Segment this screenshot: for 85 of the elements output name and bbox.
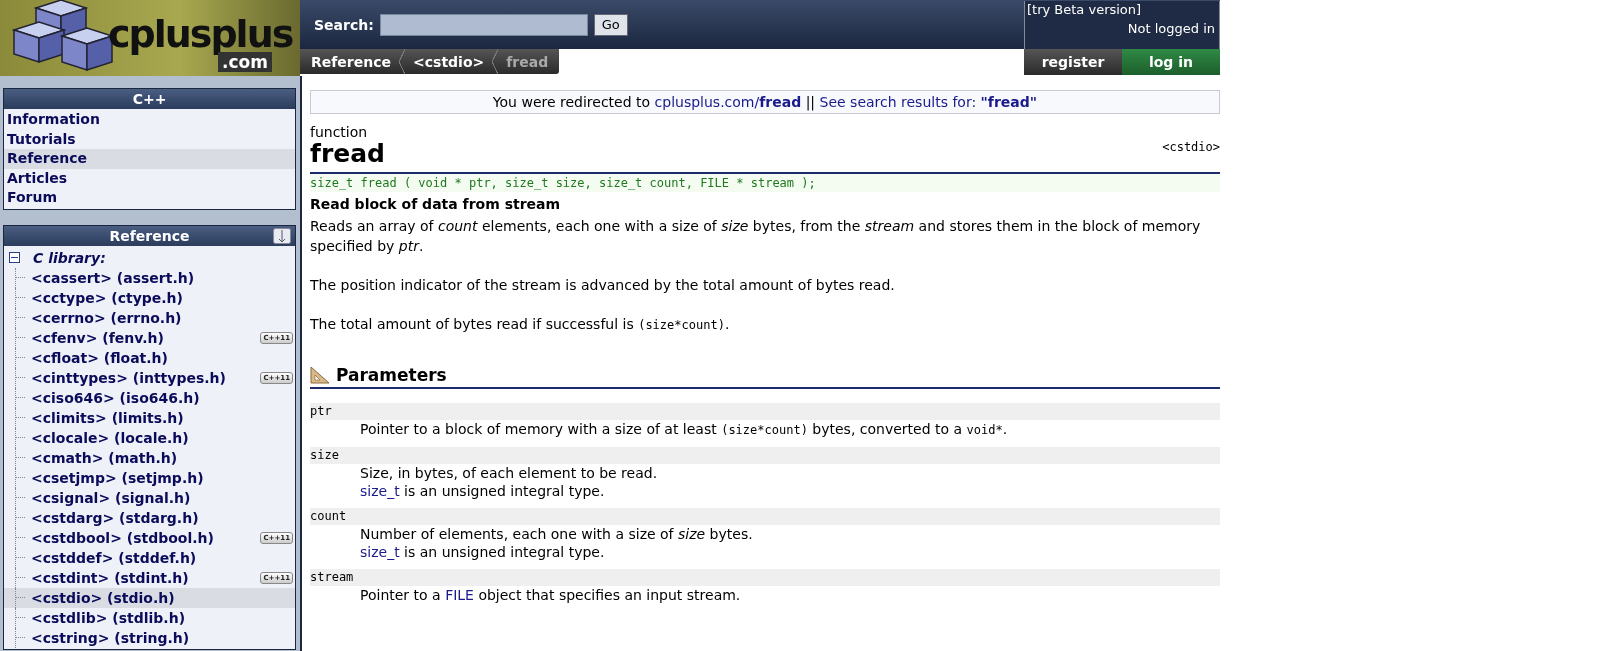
search-label: Search: xyxy=(314,16,374,33)
parameter-description: Pointer to a block of memory with a size of at least (size*count) bytes, converted to a void*. xyxy=(359,420,1009,439)
panel-title: C++ xyxy=(4,89,295,109)
tree-row[interactable]: <ciso646> (iso646.h) xyxy=(4,387,295,408)
description-paragraph: The total amount of bytes read if successful is (size*count). xyxy=(310,315,731,334)
menu-item[interactable]: Tutorials xyxy=(4,129,295,149)
tree-item[interactable]: <ciso646> (iso646.h) xyxy=(31,389,200,406)
search-field[interactable] xyxy=(379,13,588,36)
breadcrumb-link[interactable]: Reference xyxy=(308,53,395,70)
parameter-name: ptr xyxy=(310,403,1220,420)
breadcrumb-link[interactable]: <cstdio> xyxy=(410,53,488,70)
parameter-name: stream xyxy=(310,569,1220,586)
parameter-name: count xyxy=(310,508,1220,525)
type-link[interactable]: size_t xyxy=(360,483,400,499)
tree-row[interactable]: <cmath> (math.h) xyxy=(4,447,295,468)
tree-item[interactable]: <climits> (limits.h) xyxy=(31,409,184,426)
description-paragraph: The position indicator of the stream is advanced by the total amount of bytes read. xyxy=(310,276,896,295)
menu-item[interactable]: Forum xyxy=(4,188,295,208)
chevron-icon xyxy=(398,49,407,74)
login-button[interactable]: log in xyxy=(1122,49,1220,75)
tree-item[interactable]: <csetjmp> (setjmp.h) xyxy=(31,469,204,486)
function-summary: Read block of data from stream xyxy=(310,196,562,212)
chevron-icon xyxy=(491,49,500,74)
tree-item[interactable]: <cstdint> (stdint.h) xyxy=(31,569,189,586)
tree-row[interactable]: <cfloat> (float.h) xyxy=(4,347,295,368)
breadcrumb-link[interactable]: fread xyxy=(503,53,552,70)
tree-item[interactable]: <cassert> (assert.h) xyxy=(31,269,195,286)
go-button[interactable]: Go xyxy=(593,13,628,36)
notice-link[interactable]: cplusplus.com/fread xyxy=(654,94,802,110)
tree-item[interactable]: <cstddef> (stddef.h) xyxy=(31,549,197,566)
tree-item[interactable]: <cfenv> (fenv.h) xyxy=(31,329,164,346)
tree-item[interactable]: C library: xyxy=(33,249,106,266)
tree-item[interactable]: <cerrno> (errno.h) xyxy=(31,309,182,326)
tree-row[interactable]: <cstdio> (stdio.h) xyxy=(4,587,295,608)
function-title: fread xyxy=(310,140,385,168)
parameter-description: Size, in bytes, of each element to be read. xyxy=(359,464,659,482)
beta-link[interactable]: [try Beta version] xyxy=(1025,0,1219,18)
tree-row[interactable]: <cstddef> (stddef.h) xyxy=(4,547,295,568)
entity-kind: function xyxy=(310,124,369,140)
tree-row[interactable]: <cstring> (string.h) xyxy=(4,627,295,648)
parameter-description: Pointer to a FILE object that specifies an input stream. xyxy=(359,586,742,604)
tree-item[interactable]: <cctype> (ctype.h) xyxy=(31,289,183,306)
sort-icon[interactable] xyxy=(273,227,291,244)
logo-domain: .com xyxy=(218,52,272,72)
function-prototype: size_t fread ( void * ptr, size_t size, size_t count, FILE * stream ); xyxy=(310,174,1220,192)
parameter-name: size xyxy=(310,447,1220,464)
tree-row[interactable]: <cstdlib> (stdlib.h) xyxy=(4,607,295,628)
menu-item[interactable]: Information xyxy=(4,110,295,130)
section-title: Parameters xyxy=(336,365,447,385)
tree-item[interactable]: <cstdlib> (stdlib.h) xyxy=(31,609,186,626)
register-button[interactable]: register xyxy=(1024,49,1122,75)
tree-item[interactable]: <csignal> (signal.h) xyxy=(31,489,191,506)
collapse-toggle[interactable] xyxy=(9,252,20,263)
tree-item[interactable]: <cmath> (math.h) xyxy=(31,449,178,466)
tree-row[interactable]: <csetjmp> (setjmp.h) xyxy=(4,467,295,488)
tree-item[interactable]: <cstdarg> (stdarg.h) xyxy=(31,509,199,526)
type-link[interactable]: size_t xyxy=(360,544,400,560)
parameter-description: size_t is an unsigned integral type. xyxy=(359,543,606,561)
menu-item[interactable]: Reference xyxy=(4,149,295,169)
tree-row[interactable]: <clocale> (locale.h) xyxy=(4,427,295,448)
tree-row[interactable]: <cassert> (assert.h) xyxy=(4,267,295,288)
tree-row[interactable]: <csignal> (signal.h) xyxy=(4,487,295,508)
tree-row[interactable]: <cstdarg> (stdarg.h) xyxy=(4,507,295,528)
ruler-icon xyxy=(310,366,330,384)
tree-row[interactable]: <cctype> (ctype.h) xyxy=(4,287,295,308)
tree-row[interactable]: <climits> (limits.h) xyxy=(4,407,295,428)
panel-title: Reference xyxy=(109,227,190,244)
type-link[interactable]: FILE xyxy=(445,587,474,603)
tree-item[interactable]: <cstdbool> (stdbool.h) xyxy=(31,529,214,546)
notice-text: You were redirected to xyxy=(492,94,652,110)
site-logo[interactable]: cplusplus .com xyxy=(0,0,300,76)
notice-text: || xyxy=(804,94,817,110)
login-status: Not logged in xyxy=(1126,19,1216,36)
menu-item[interactable]: Articles xyxy=(4,168,295,188)
tree-item[interactable]: <cinttypes> (inttypes.h) xyxy=(31,369,226,386)
parameter-description: size_t is an unsigned integral type. xyxy=(359,482,606,500)
header-name: <cstdio> xyxy=(1162,140,1220,154)
tree-item[interactable]: <clocale> (locale.h) xyxy=(31,429,189,446)
tree-row[interactable]: <cerrno> (errno.h) xyxy=(4,307,295,328)
parameter-description: Number of elements, each one with a size of size bytes. xyxy=(359,525,754,543)
tree-item[interactable]: <cstring> (string.h) xyxy=(31,629,190,646)
tree-item[interactable]: <cstdio> (stdio.h) xyxy=(31,589,175,606)
notice-link[interactable]: See search results for: "fread" xyxy=(819,94,1038,110)
description-paragraph: Reads an array of count elements, each one with a size of size bytes, from the stream and stores them in the block of memory specified by ptr. xyxy=(310,217,1202,256)
tree-item[interactable]: <cfloat> (float.h) xyxy=(31,349,168,366)
